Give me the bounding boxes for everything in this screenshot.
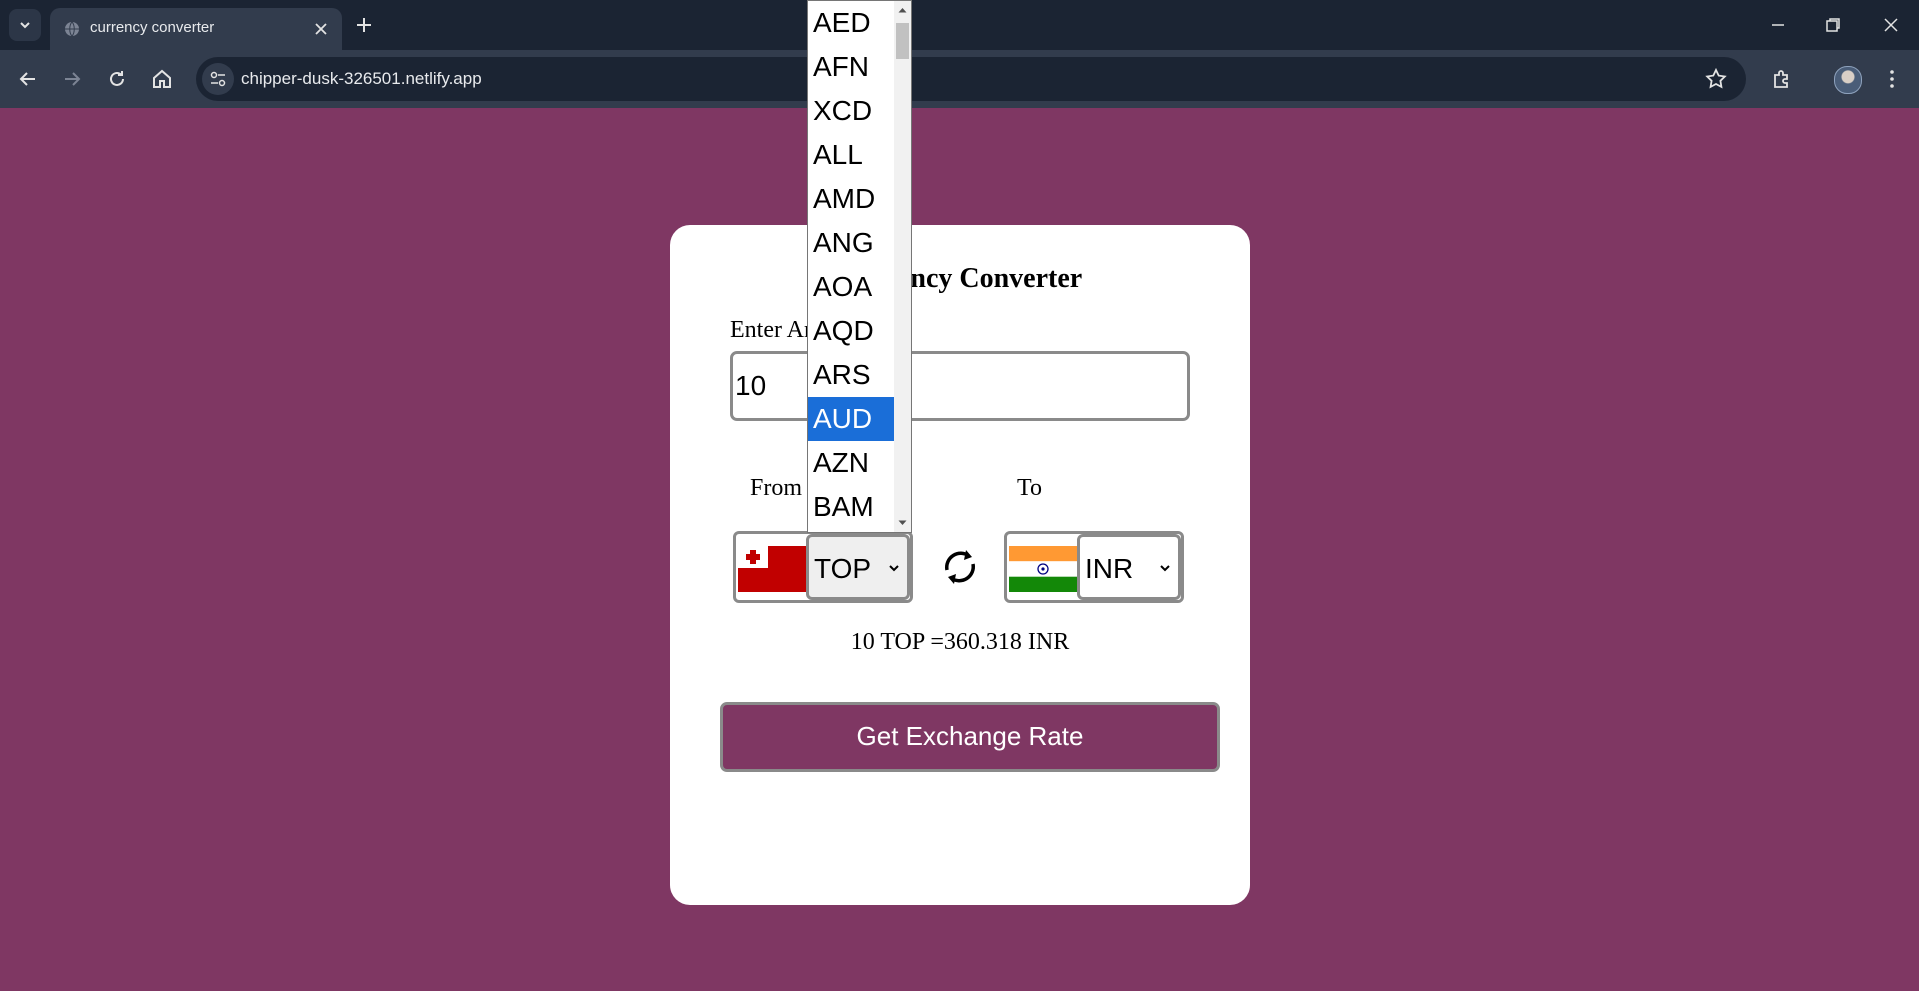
new-tab-plus-icon[interactable] [352, 13, 376, 37]
swap-arrows-icon[interactable] [937, 544, 983, 590]
tab-title: currency converter [90, 19, 215, 36]
globe-icon [65, 21, 79, 37]
to-label: To [1017, 475, 1042, 501]
minimize-icon[interactable] [1766, 13, 1790, 37]
from-currency-value: TOP [814, 553, 872, 584]
tonga-flag-icon [738, 546, 806, 592]
dropdown-option[interactable]: AZN [808, 441, 894, 485]
dropdown-option[interactable]: AFN [808, 45, 894, 89]
dropdown-option[interactable]: BAM [808, 485, 894, 529]
to-currency-select[interactable]: INR [1077, 534, 1181, 600]
site-info-icon [210, 71, 226, 87]
scrollbar-thumb[interactable] [896, 23, 909, 59]
dropdown-options: AED AFN XCD ALL AMD ANG AOA AQD ARS AUD AZN BAM [808, 1, 894, 529]
chevron-down-icon [1160, 565, 1170, 572]
india-flag-icon [1009, 546, 1077, 592]
address-bar[interactable]: chipper-dusk-326501.netlify.app [196, 57, 1746, 101]
get-exchange-rate-button[interactable]: Get Exchange Rate [720, 702, 1220, 772]
dropdown-scrollbar[interactable] [894, 1, 911, 532]
tab-search-button[interactable] [9, 9, 41, 41]
extensions-icon[interactable] [1770, 67, 1794, 91]
dropdown-option[interactable]: ANG [808, 221, 894, 265]
browser-toolbar: chipper-dusk-326501.netlify.app [0, 50, 1919, 108]
currency-dropdown-list[interactable]: AED AFN XCD ALL AMD ANG AOA AQD ARS AUD AZN BAM [807, 0, 912, 533]
dropdown-option[interactable]: AOA [808, 265, 894, 309]
dropdown-option[interactable]: ARS [808, 353, 894, 397]
chevron-down-icon [889, 565, 899, 572]
dropdown-option[interactable]: XCD [808, 89, 894, 133]
close-window-icon[interactable] [1879, 13, 1903, 37]
amount-input[interactable] [730, 351, 1190, 421]
close-icon[interactable] [312, 20, 330, 38]
kebab-menu-icon[interactable] [1880, 67, 1904, 91]
dropdown-option[interactable]: AMD [808, 177, 894, 221]
home-icon[interactable] [150, 67, 174, 91]
restore-icon[interactable] [1821, 13, 1845, 37]
back-icon[interactable] [16, 67, 40, 91]
to-currency-group: INR [1004, 531, 1184, 603]
browser-tab[interactable]: currency converter [50, 8, 342, 50]
site-info-button[interactable] [202, 63, 234, 95]
converter-card: Currency Converter Enter Amount From To … [670, 225, 1250, 905]
star-icon[interactable] [1704, 67, 1728, 91]
from-currency-select[interactable]: TOP [806, 534, 910, 600]
dropdown-option[interactable]: AUD [808, 397, 894, 441]
dropdown-option[interactable]: AQD [808, 309, 894, 353]
scroll-down-arrow-icon[interactable] [897, 517, 908, 528]
url-text[interactable]: chipper-dusk-326501.netlify.app [241, 69, 482, 89]
reload-icon[interactable] [105, 67, 129, 91]
dropdown-option[interactable]: ALL [808, 133, 894, 177]
to-currency-value: INR [1085, 553, 1134, 584]
tab-strip: currency converter [0, 0, 1919, 50]
from-label: From [750, 475, 803, 501]
from-currency-group: TOP [733, 531, 913, 603]
conversion-result: 10 TOP =360.318 INR [850, 629, 1070, 655]
page-title: Currency Converter [837, 263, 1083, 294]
chevron-down-icon [20, 22, 30, 29]
scroll-up-arrow-icon[interactable] [897, 5, 908, 16]
avatar[interactable] [1834, 66, 1862, 94]
dropdown-option[interactable]: AED [808, 1, 894, 45]
forward-icon[interactable] [60, 67, 84, 91]
